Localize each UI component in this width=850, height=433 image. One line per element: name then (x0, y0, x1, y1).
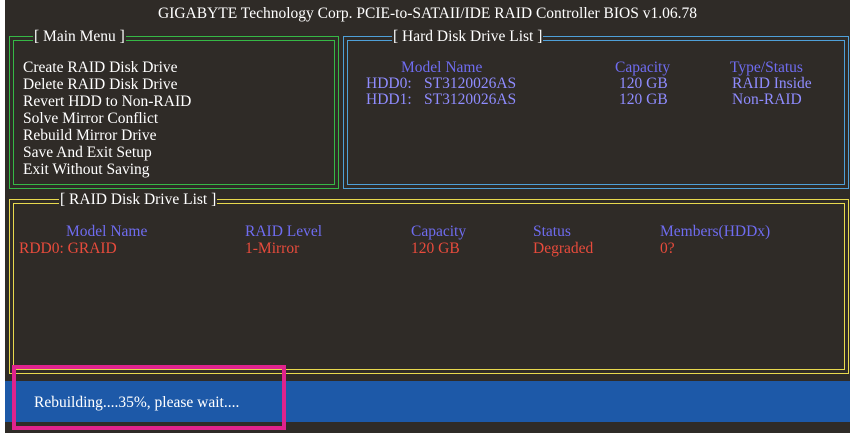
menu-item-create-raid[interactable]: Create RAID Disk Drive (23, 59, 178, 76)
window-title: GIGABYTE Technology Corp. PCIE-to-SATAII… (158, 5, 697, 22)
raid-row-members: 0? (660, 240, 675, 257)
menu-item-exit-without-saving[interactable]: Exit Without Saving (23, 161, 150, 178)
hdd-list-title: [ Hard Disk Drive List ] (392, 28, 544, 46)
raid-list-title: [ RAID Disk Drive List ] (59, 191, 218, 209)
hdd-row-type: Non-RAID (732, 91, 802, 108)
raid-header-status: Status (533, 223, 571, 240)
hdd-row-model: ST3120026AS (424, 75, 517, 92)
highlight-box (12, 365, 286, 430)
hdd-header-capacity: Capacity (615, 59, 671, 76)
hdd-header-model: Model Name (401, 59, 483, 76)
menu-item-delete-raid[interactable]: Delete RAID Disk Drive (23, 76, 178, 93)
hdd-row-capacity: 120 GB (619, 75, 668, 92)
hdd-row-id: HDD1: (366, 91, 412, 108)
hdd-row-capacity: 120 GB (619, 91, 668, 108)
menu-item-solve-mirror-conflict[interactable]: Solve Mirror Conflict (23, 110, 158, 127)
menu-item-save-exit[interactable]: Save And Exit Setup (23, 144, 152, 161)
main-menu-title: [ Main Menu ] (33, 28, 126, 46)
menu-item-revert-hdd[interactable]: Revert HDD to Non-RAID (23, 93, 191, 110)
raid-header-level: RAID Level (245, 223, 323, 240)
raid-header-model: Model Name (66, 223, 148, 240)
raid-row-level: 1-Mirror (245, 240, 300, 257)
menu-item-rebuild-mirror[interactable]: Rebuild Mirror Drive (23, 127, 156, 144)
raid-row-capacity: 120 GB (411, 240, 460, 257)
main-menu-panel: [ Main Menu ] Create RAID Disk Drive Del… (9, 28, 339, 189)
raid-row-model[interactable]: RDD0: GRAID (19, 240, 117, 257)
hdd-row-id: HDD0: (366, 75, 412, 92)
hdd-row-model: ST3120026AS (424, 91, 517, 108)
hdd-list-panel: [ Hard Disk Drive List ] Model Name Capa… (343, 28, 849, 189)
raid-row-status: Degraded (533, 240, 594, 257)
raid-header-capacity: Capacity (411, 223, 467, 240)
hdd-header-type: Type/Status (730, 59, 803, 76)
raid-list-panel: [ RAID Disk Drive List ] Model Name RAID… (9, 191, 849, 374)
raid-header-members: Members(HDDx) (660, 223, 771, 240)
hdd-row-type: RAID Inside (732, 75, 812, 92)
